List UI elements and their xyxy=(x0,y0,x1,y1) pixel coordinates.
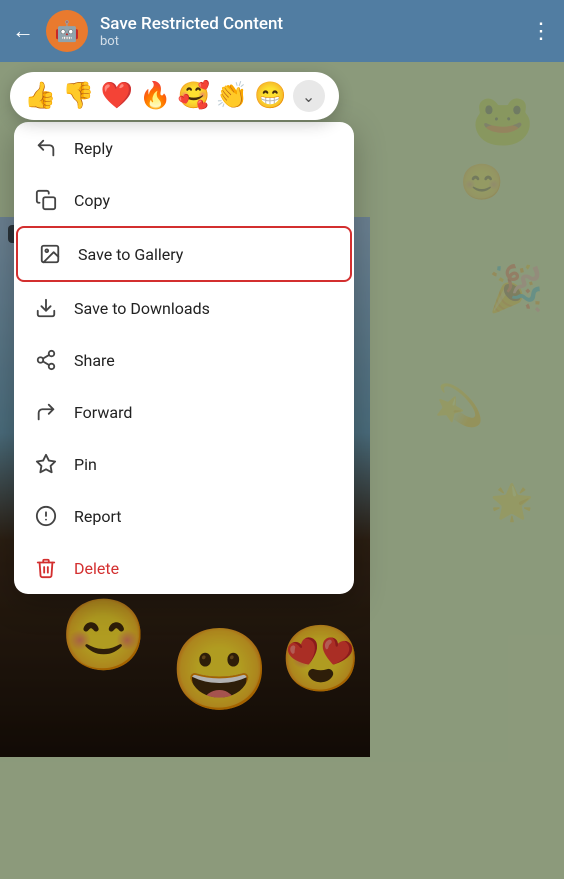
emoji-clap[interactable]: 👏 xyxy=(216,81,248,111)
emoji-smiling-face[interactable]: 🥰 xyxy=(178,81,210,111)
delete-icon xyxy=(34,556,58,580)
context-menu-reply[interactable]: Reply xyxy=(14,122,354,174)
copy-label: Copy xyxy=(74,191,110,210)
reply-label: Reply xyxy=(74,139,113,158)
emoji-reaction-bar: 👍 👎 ❤️ 🔥 🥰 👏 😁 ⌄ xyxy=(10,72,339,120)
save-downloads-label: Save to Downloads xyxy=(74,299,210,318)
emoji-grin[interactable]: 😁 xyxy=(254,81,286,111)
forward-label: Forward xyxy=(74,403,132,422)
emoji-fire[interactable]: 🔥 xyxy=(139,81,171,111)
chat-background: 🐸 😊 🎉 💫 🌟 0:03 ⋮ 😊 😀 😍 👍 👎 ❤️ 🔥 🥰 👏 😁 ⌄ … xyxy=(0,62,564,879)
back-button[interactable]: ← xyxy=(12,18,34,44)
context-menu-report[interactable]: Report xyxy=(14,490,354,542)
header-info: Save Restricted Content bot xyxy=(100,14,518,49)
context-menu-share[interactable]: Share xyxy=(14,334,354,386)
context-menu-pin[interactable]: Pin xyxy=(14,438,354,490)
context-menu-forward[interactable]: Forward xyxy=(14,386,354,438)
emoji-thumbs-up[interactable]: 👍 xyxy=(24,81,56,111)
report-icon xyxy=(34,504,58,528)
delete-label: Delete xyxy=(74,559,119,578)
chat-title: Save Restricted Content xyxy=(100,14,518,34)
chat-header: ← 🤖 Save Restricted Content bot ⋮ xyxy=(0,0,564,62)
save-gallery-icon xyxy=(38,242,62,266)
avatar: 🤖 xyxy=(46,10,88,52)
reply-icon xyxy=(34,136,58,160)
chat-subtitle: bot xyxy=(100,34,518,49)
pin-icon xyxy=(34,452,58,476)
context-menu: Reply Copy Save to Gallery Save to Downl… xyxy=(14,122,354,594)
copy-icon xyxy=(34,188,58,212)
save-downloads-icon xyxy=(34,296,58,320)
save-gallery-label: Save to Gallery xyxy=(78,245,183,264)
emoji-heart[interactable]: ❤️ xyxy=(101,81,133,111)
context-menu-save-downloads[interactable]: Save to Downloads xyxy=(14,282,354,334)
forward-icon xyxy=(34,400,58,424)
pin-label: Pin xyxy=(74,455,97,474)
emoji-expand-button[interactable]: ⌄ xyxy=(293,80,325,112)
context-menu-copy[interactable]: Copy xyxy=(14,174,354,226)
context-menu-save-gallery[interactable]: Save to Gallery xyxy=(16,226,352,282)
share-icon xyxy=(34,348,58,372)
context-menu-delete[interactable]: Delete xyxy=(14,542,354,594)
share-label: Share xyxy=(74,351,115,370)
report-label: Report xyxy=(74,507,122,526)
emoji-thumbs-down[interactable]: 👎 xyxy=(62,81,94,111)
more-options-button[interactable]: ⋮ xyxy=(530,19,552,44)
